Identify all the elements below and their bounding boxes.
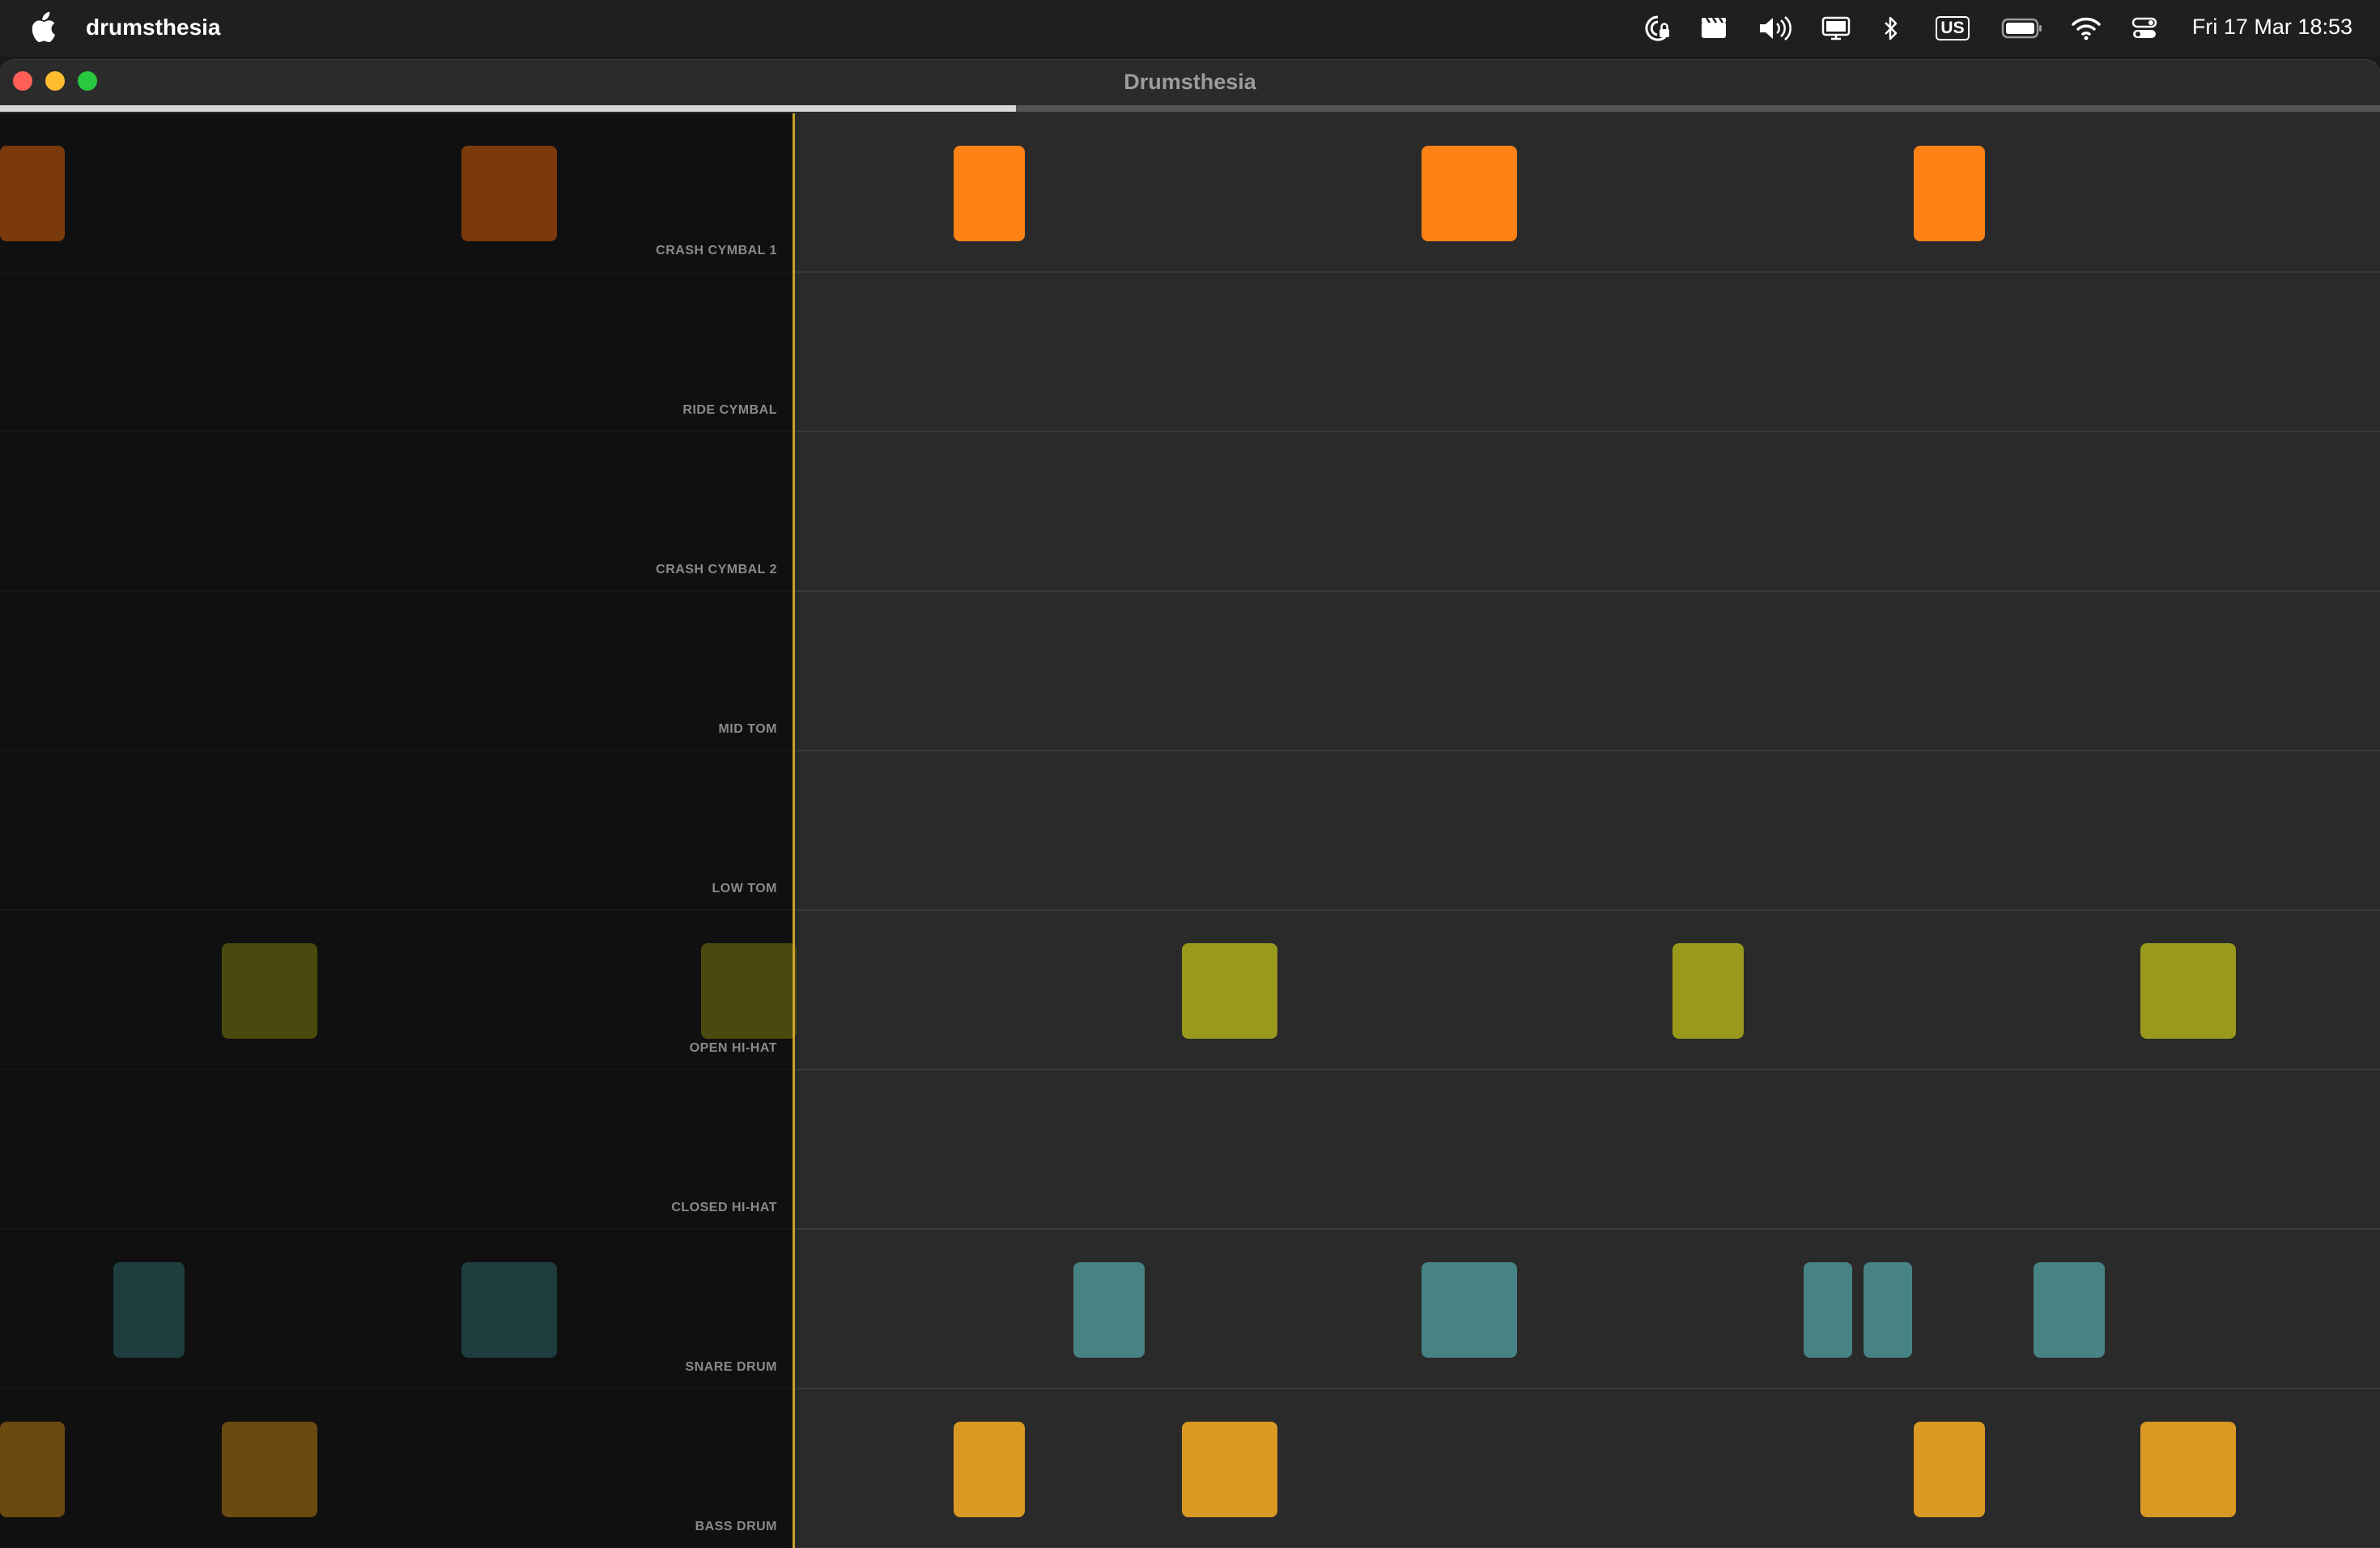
lane-low-tom: LOW TOM [0,751,2380,911]
drum-note [1422,1262,1517,1358]
lane-ride-cymbal: RIDE CYMBAL [0,273,2380,432]
volume-icon[interactable] [1758,13,1792,44]
bluetooth-icon[interactable] [1881,13,1901,44]
lane-crash-cymbal-1: CRASH CYMBAL 1 [0,113,2380,273]
lane-closed-hi-hat: CLOSED HI-HAT [0,1070,2380,1230]
playhead [793,113,795,1548]
keyboard-layout-label: US [1936,16,1970,40]
menu-bar: drumsthesia US Fri 17 Mar 18:53 [0,0,2380,57]
drum-note [461,1262,557,1358]
drum-note [0,1422,65,1517]
control-center-icon[interactable] [2131,13,2158,44]
drum-note [2140,1422,2236,1517]
clapperboard-icon[interactable] [1700,13,1728,44]
lane-label: CRASH CYMBAL 1 [656,244,777,257]
lane-snare-drum: SNARE DRUM [0,1230,2380,1389]
wifi-icon[interactable] [2071,13,2102,44]
drum-note [1182,943,1277,1039]
lane-label: BASS DRUM [695,1520,777,1533]
lane-label: RIDE CYMBAL [682,403,777,417]
lane-label: CRASH CYMBAL 2 [656,563,777,576]
drum-roll[interactable]: CRASH CYMBAL 1 RIDE CYMBAL CRASH CYMBAL 2 M… [0,113,2380,1548]
drum-note [0,146,65,241]
drum-note [222,1422,317,1517]
drum-note [1672,943,1744,1039]
drum-note [1073,1262,1145,1358]
lane-mid-tom: MID TOM [0,592,2380,751]
playback-progress-fill [0,105,1017,112]
drum-note [954,1422,1025,1517]
lane-bass-drum: BASS DRUM [0,1389,2380,1548]
lane-label: SNARE DRUM [685,1360,777,1374]
app-window: Drumsthesia CRASH CYMBAL 1 RIDE CYMBAL CRA… [0,60,2380,1548]
display-icon[interactable] [1821,13,1851,44]
lane-crash-cymbal-2: CRASH CYMBAL 2 [0,432,2380,592]
lane-label: MID TOM [718,722,777,736]
battery-icon[interactable] [2001,13,2043,44]
app-menu-name[interactable]: drumsthesia [86,15,221,40]
drum-note [1422,146,1517,241]
drum-note [701,943,797,1039]
title-bar[interactable]: Drumsthesia [0,60,2380,105]
apple-icon[interactable] [29,11,57,44]
drum-note [222,943,317,1039]
screen-lock-icon[interactable] [1643,13,1672,44]
drum-note [1914,146,1985,241]
drum-note [1914,1422,1985,1517]
menu-bar-clock[interactable]: Fri 17 Mar 18:53 [2192,15,2352,40]
playback-progress-bar[interactable] [0,105,2380,112]
keyboard-layout-icon[interactable]: US [1933,13,1972,44]
lane-label: CLOSED HI-HAT [671,1201,777,1214]
drum-note [113,1262,185,1358]
drum-note [1182,1422,1277,1517]
drum-note [954,146,1025,241]
drum-note [2034,1262,2105,1358]
lane-label: OPEN HI-HAT [689,1041,777,1055]
lane-label: LOW TOM [712,882,777,895]
drum-note [2140,943,2236,1039]
drum-note [1864,1262,1912,1358]
drum-note [1804,1262,1852,1358]
lane-open-hi-hat: OPEN HI-HAT [0,911,2380,1070]
window-title: Drumsthesia [1124,70,1256,94]
drum-note [461,146,557,241]
